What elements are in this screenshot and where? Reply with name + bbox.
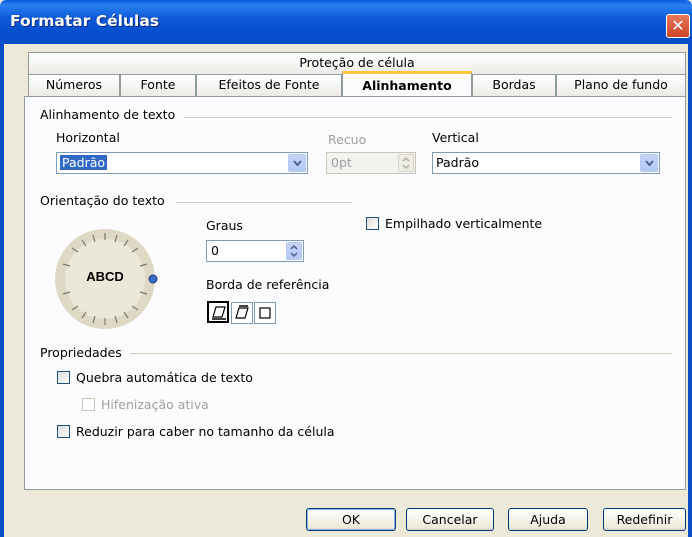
ref-edge-bottom-button[interactable]: [207, 301, 229, 323]
ref-edge-top-button[interactable]: [231, 302, 253, 324]
indent-label: Recuo: [328, 132, 367, 147]
spin-arrows-icon[interactable]: [286, 242, 302, 260]
group-divider: [184, 117, 672, 118]
ref-edge-inside-button[interactable]: [254, 302, 276, 324]
horizontal-label: Horizontal: [56, 130, 120, 145]
ok-button[interactable]: OK: [306, 508, 396, 531]
cancel-button[interactable]: Cancelar: [406, 508, 494, 531]
degrees-stepper[interactable]: 0: [206, 240, 304, 262]
wrap-text-checkbox[interactable]: [57, 371, 70, 384]
window-title: Formatar Células: [10, 12, 160, 30]
shrink-to-fit-checkbox[interactable]: [57, 425, 70, 438]
vertical-value: Padrão: [436, 155, 480, 170]
degrees-label: Graus: [206, 218, 243, 233]
tab-font[interactable]: Fonte: [120, 74, 196, 96]
close-button[interactable]: ✕: [666, 14, 690, 38]
hyphenation-label: Hifenização ativa: [101, 397, 209, 412]
indent-value: 0pt: [331, 155, 352, 170]
vertical-label: Vertical: [432, 130, 479, 145]
spin-arrows-icon: [398, 154, 414, 172]
wrap-text-label: Quebra automática de texto: [76, 370, 253, 385]
tab-background[interactable]: Plano de fundo: [556, 74, 686, 96]
stacked-vertically-checkbox[interactable]: [366, 217, 379, 230]
degrees-value: 0: [211, 243, 219, 258]
ref-bottom-icon: [212, 306, 226, 320]
tab-font-effects[interactable]: Efeitos de Fonte: [196, 74, 342, 96]
stacked-vertically-label: Empilhado verticalmente: [385, 216, 543, 231]
group-divider: [176, 202, 352, 203]
format-cells-dialog: Formatar Células ✕ Proteção de célula Nú…: [0, 0, 692, 537]
tab-borders[interactable]: Bordas: [472, 74, 556, 96]
reference-edge-label: Borda de referência: [206, 277, 330, 292]
window-frame-right: [688, 44, 692, 537]
help-button[interactable]: Ajuda: [508, 508, 588, 531]
horizontal-select[interactable]: Padrão: [56, 152, 308, 174]
chevron-down-icon[interactable]: [288, 154, 306, 172]
group-divider: [130, 353, 672, 354]
hyphenation-checkbox: [82, 398, 95, 411]
title-bar[interactable]: Formatar Células ✕: [0, 0, 692, 44]
dial-sample-text: ABCD: [86, 269, 124, 284]
window-frame-left: [0, 44, 4, 537]
horizontal-value: Padrão: [60, 155, 108, 170]
shrink-to-fit-label: Reduzir para caber no tamanho da célula: [76, 424, 335, 439]
ref-inside-icon: [259, 307, 271, 319]
text-orientation-group-label: Orientação do texto: [40, 193, 165, 208]
tab-alignment[interactable]: Alinhamento: [342, 71, 472, 96]
tab-numbers[interactable]: Números: [28, 74, 120, 96]
chevron-down-icon[interactable]: [640, 154, 658, 172]
text-alignment-group-label: Alinhamento de texto: [40, 107, 176, 122]
reset-button[interactable]: Redefinir: [603, 508, 686, 531]
vertical-select[interactable]: Padrão: [432, 152, 660, 174]
properties-group-label: Propriedades: [40, 345, 122, 360]
indent-stepper: 0pt: [326, 152, 416, 174]
orientation-dial[interactable]: ABCD: [52, 226, 158, 332]
ref-top-icon: [235, 305, 249, 319]
